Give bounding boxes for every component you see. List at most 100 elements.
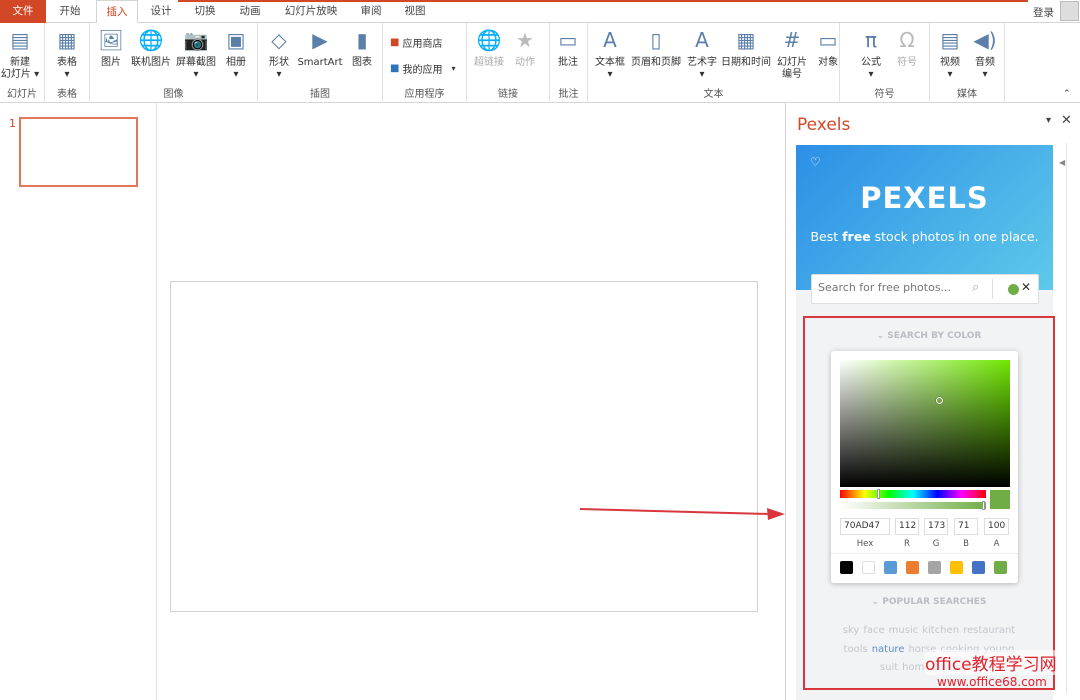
selected-color-dot[interactable] [1008, 284, 1019, 295]
tag-link[interactable]: face [863, 625, 884, 636]
app-store-button[interactable]: ■ 应用商店 [390, 35, 442, 50]
hex-input[interactable]: 70AD47 [840, 518, 890, 535]
ribbon-button-video[interactable]: ▤ 视频 ▾ [934, 27, 966, 81]
popular-searches-label: POPULAR SEARCHES [882, 597, 987, 607]
dropdown-icon: ▾ [451, 64, 456, 73]
pane-title: Pexels [797, 115, 851, 135]
ribbon-tabs: 文件 开始 插入 设计 切换 动画 幻灯片放映 审阅 视图 [0, 0, 1080, 24]
color-swatch[interactable] [862, 561, 875, 574]
ribbon-button-slide-number[interactable]: # 幻灯片 编号 [774, 27, 810, 81]
hue-slider[interactable] [840, 490, 986, 498]
popular-searches-toggle[interactable]: ⌄ POPULAR SEARCHES [803, 597, 1055, 607]
hue-handle[interactable] [877, 489, 880, 499]
color-swatch[interactable] [840, 561, 853, 574]
color-cursor[interactable] [936, 397, 943, 404]
ribbon-button-symbol[interactable]: Ω 符号 [892, 27, 922, 69]
ribbon-button-header-footer[interactable]: ▯ 页眉和页脚 [630, 27, 682, 69]
ribbon-button-audio[interactable]: ◀) 音频 ▾ [968, 27, 1002, 81]
tag-link[interactable]: music [889, 625, 919, 636]
slide-number-icon: # [783, 28, 801, 52]
collapse-arrow-icon[interactable]: ◀ [1059, 158, 1065, 167]
button-label: SmartArt [297, 57, 343, 68]
alpha-handle[interactable] [982, 501, 985, 510]
tag-link[interactable]: kitchen [922, 625, 959, 636]
button-label: 动作 [515, 57, 535, 68]
tab-4[interactable]: 切换 [186, 0, 224, 23]
b-input[interactable]: 71 [954, 518, 978, 535]
tab-7[interactable]: 审阅 [352, 0, 390, 23]
a-input[interactable]: 100 [984, 518, 1009, 535]
scrollbar[interactable] [1066, 143, 1074, 693]
online-picture-icon: 🌐 [138, 28, 164, 52]
smartart-icon: ▶ [312, 28, 328, 52]
search-by-color-toggle[interactable]: ⌄ SEARCH BY COLOR [803, 331, 1055, 341]
tab-0[interactable]: 文件 [0, 0, 46, 23]
hyperlink-icon: 🌐 [476, 28, 502, 52]
ribbon-button-smartart[interactable]: ▶ SmartArt [296, 27, 344, 69]
r-input[interactable]: 112 [895, 518, 919, 535]
tab-2[interactable]: 插入 [96, 0, 138, 24]
ribbon-button-online-picture[interactable]: 🌐 联机图片 [128, 27, 174, 69]
color-swatch[interactable] [972, 561, 985, 574]
store-icon: ■ [390, 37, 400, 48]
search-box[interactable]: ⌕ ✕ [811, 274, 1039, 304]
heart-icon[interactable]: ♡ [810, 155, 821, 169]
ribbon-button-object[interactable]: ▭ 对象 [814, 27, 842, 69]
tab-5[interactable]: 动画 [228, 0, 272, 23]
ribbon-button-shapes[interactable]: ◇ 形状 ▾ [262, 27, 296, 81]
tag-link[interactable]: tools [844, 644, 868, 655]
my-apps-button[interactable]: ■ 我的应用 ▾ [390, 61, 455, 76]
pane-options-icon[interactable]: ▾ [1046, 115, 1051, 126]
ribbon-button-comment[interactable]: ▭ 批注 [553, 27, 583, 69]
slide-thumbnail[interactable] [19, 117, 138, 187]
tab-8[interactable]: 视图 [394, 0, 436, 23]
tag-link[interactable]: nature [872, 644, 905, 655]
login-link[interactable]: 登录 [1033, 5, 1054, 20]
ribbon: 幻灯片 表格 图像 插图 应用程序 链接 批注 文本 符号 媒体 ▤ 新建 幻灯片 ▾ ▦ 表格 ▾ 🖼 图片… [0, 23, 1080, 103]
ribbon-button-photo-album[interactable]: ▣ 相册 ▾ [220, 27, 252, 81]
tagline-bold: free [842, 229, 871, 244]
b-label: B [963, 539, 969, 549]
button-label: 音频 ▾ [975, 57, 995, 80]
ribbon-button-chart[interactable]: ▮ 图表 [346, 27, 378, 69]
ribbon-button-hyperlink[interactable]: 🌐 超链接 [472, 27, 506, 69]
color-swatch[interactable] [928, 561, 941, 574]
slide-canvas[interactable] [170, 281, 758, 612]
group-label: 批注 [558, 89, 579, 100]
tag-link[interactable]: sky [843, 625, 860, 636]
color-swatch[interactable] [906, 561, 919, 574]
alpha-slider[interactable] [840, 502, 986, 509]
search-icon[interactable]: ⌕ [972, 280, 979, 295]
picture-icon: 🖼 [98, 28, 124, 52]
avatar[interactable] [1060, 1, 1079, 21]
ribbon-button-equation[interactable]: π 公式 ▾ [854, 27, 888, 81]
button-label: 新建 幻灯片 ▾ [0, 57, 40, 80]
hex-label: Hex [856, 539, 874, 549]
button-label: 公式 ▾ [861, 57, 881, 80]
ribbon-button-date-time[interactable]: ▦ 日期和时间 [720, 27, 772, 69]
color-swatch[interactable] [950, 561, 963, 574]
ribbon-button-picture[interactable]: 🖼 图片 [96, 27, 126, 69]
clear-color-icon[interactable]: ✕ [1021, 280, 1031, 294]
tag-link[interactable]: suit [880, 662, 898, 673]
tab-6[interactable]: 幻灯片放映 [276, 0, 346, 23]
search-input[interactable] [818, 281, 958, 294]
ribbon-button-textbox[interactable]: A 文本框 ▾ [592, 27, 628, 81]
ribbon-button-new-slide[interactable]: ▤ 新建 幻灯片 ▾ [0, 27, 40, 81]
ribbon-button-action[interactable]: ★ 动作 [510, 27, 540, 69]
tab-3[interactable]: 设计 [142, 0, 180, 23]
chart-icon: ▮ [356, 28, 368, 52]
tag-link[interactable]: restaurant [963, 625, 1015, 636]
button-label: 视频 ▾ [940, 57, 960, 80]
saturation-brightness-field[interactable] [840, 360, 1010, 487]
tab-1[interactable]: 开始 [50, 0, 90, 23]
ribbon-button-wordart[interactable]: A 艺术字 ▾ [683, 27, 721, 81]
red-arrow-annotation [579, 508, 785, 520]
collapse-ribbon-icon[interactable]: ⌃ [1063, 89, 1071, 99]
ribbon-button-table[interactable]: ▦ 表格 ▾ [50, 27, 84, 81]
ribbon-button-screenshot[interactable]: 📷 屏幕截图 ▾ [174, 27, 218, 81]
g-input[interactable]: 173 [924, 518, 948, 535]
color-swatch[interactable] [994, 561, 1007, 574]
close-icon[interactable]: ✕ [1061, 113, 1072, 128]
color-swatch[interactable] [884, 561, 897, 574]
